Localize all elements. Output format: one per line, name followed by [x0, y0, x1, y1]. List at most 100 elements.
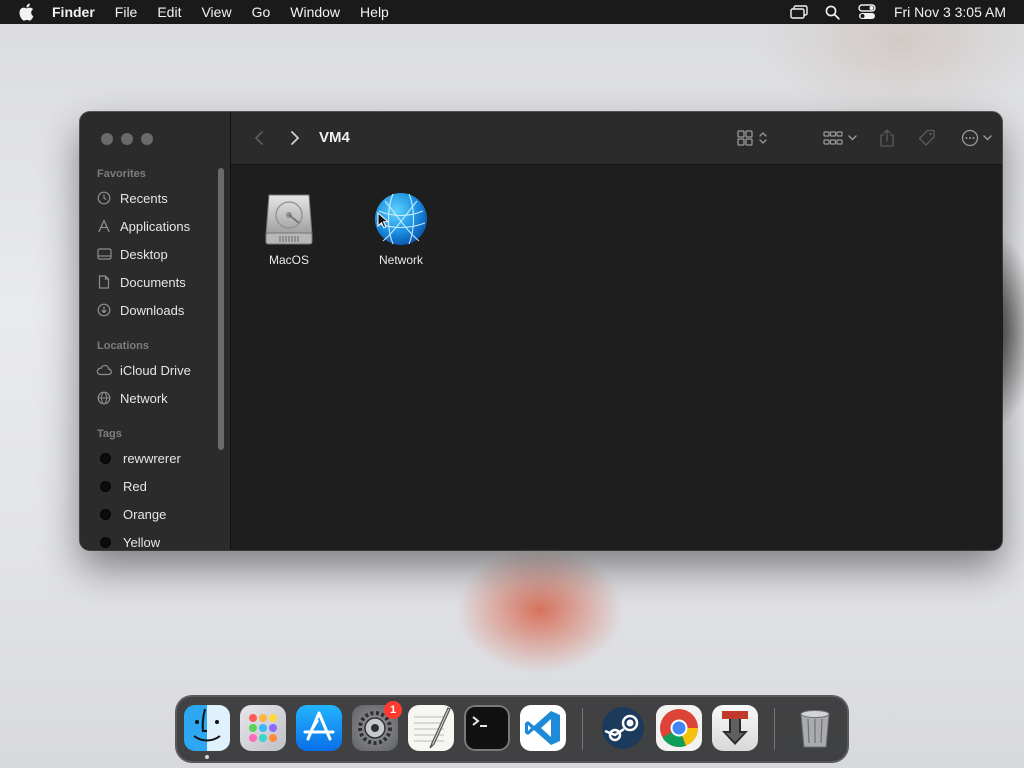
- sidebar-item-desktop[interactable]: Desktop: [96, 242, 214, 266]
- file-browser-content[interactable]: MacOS Network: [231, 165, 1002, 550]
- dock-terminal[interactable]: [464, 705, 510, 751]
- sidebar-item-documents[interactable]: Documents: [96, 270, 214, 294]
- file-item-network[interactable]: Network: [353, 189, 449, 267]
- apple-menu-icon[interactable]: [16, 2, 36, 22]
- sidebar-tag-rewwrerer[interactable]: rewwrerer: [96, 446, 214, 470]
- dock-finder[interactable]: [184, 705, 230, 751]
- sidebar-item-label: Yellow: [123, 534, 161, 550]
- screen-mirroring-icon[interactable]: [788, 3, 810, 21]
- sidebar-item-label: iCloud Drive: [120, 362, 191, 378]
- app-store-icon: [296, 705, 342, 756]
- applications-icon: [96, 218, 112, 234]
- sidebar-tag-yellow[interactable]: Yellow: [96, 530, 214, 550]
- dock-vscode[interactable]: [520, 705, 566, 751]
- dock-app-store[interactable]: [296, 705, 342, 751]
- sidebar-item-icloud-drive[interactable]: iCloud Drive: [96, 358, 214, 382]
- file-name-label: Network: [378, 253, 423, 267]
- tag-icon: [918, 129, 936, 147]
- dock-separator: [774, 708, 775, 750]
- menu-app-finder[interactable]: Finder: [46, 0, 105, 24]
- file-item-macos[interactable]: MacOS: [241, 189, 337, 267]
- sidebar-item-label: Downloads: [120, 302, 185, 318]
- zoom-window-button[interactable]: [141, 133, 153, 145]
- sidebar-item-label: Documents: [120, 274, 186, 290]
- close-window-button[interactable]: [101, 133, 113, 145]
- sidebar-item-recents[interactable]: Recents: [96, 186, 214, 210]
- window-title: VM4: [319, 129, 350, 146]
- group-grid-icon: [823, 130, 843, 146]
- action-menu-button[interactable]: [957, 127, 995, 149]
- control-center-icon[interactable]: [856, 3, 878, 21]
- clock-icon: [96, 190, 112, 206]
- notification-badge: 1: [384, 701, 402, 719]
- view-mode-button[interactable]: [733, 127, 771, 149]
- share-button[interactable]: [877, 127, 897, 149]
- sidebar-section-favorites: Favorites: [97, 168, 146, 180]
- forward-button[interactable]: [287, 127, 303, 149]
- document-icon: [96, 274, 112, 290]
- menu-file[interactable]: File: [105, 0, 148, 24]
- dock-system-settings[interactable]: 1: [352, 701, 402, 751]
- sidebar-item-downloads[interactable]: Downloads: [96, 298, 214, 322]
- dock-downloader[interactable]: [712, 705, 758, 751]
- globe-icon: [96, 390, 112, 406]
- window-controls: [101, 133, 153, 145]
- menu-edit[interactable]: Edit: [147, 0, 191, 24]
- dock-separator: [582, 708, 583, 750]
- dock-chrome[interactable]: [656, 705, 702, 751]
- hard-drive-icon: [259, 189, 319, 249]
- menu-go[interactable]: Go: [242, 0, 281, 24]
- trash-icon: [792, 705, 838, 756]
- mouse-cursor-icon: [377, 211, 390, 234]
- dock-trash[interactable]: [792, 705, 838, 751]
- tag-button[interactable]: [915, 127, 939, 149]
- sidebar-section-locations: Locations: [97, 340, 149, 352]
- chevron-down-icon: [982, 135, 992, 141]
- sidebar-tag-orange[interactable]: Orange: [96, 502, 214, 526]
- sidebar-item-applications[interactable]: Applications: [96, 214, 214, 238]
- tag-dot-icon: [100, 536, 111, 548]
- group-button[interactable]: [821, 127, 859, 149]
- sidebar-item-label: Applications: [120, 218, 191, 234]
- sidebar-item-label: Network: [120, 390, 168, 406]
- sidebar-item-label: Orange: [123, 506, 167, 522]
- spotlight-search-icon[interactable]: [822, 3, 844, 21]
- cloud-icon: [96, 362, 112, 378]
- share-icon: [879, 129, 895, 147]
- finder-sidebar: Favorites Recents Applications Desktop D…: [80, 112, 231, 550]
- finder-face-icon: [184, 705, 230, 756]
- menu-view[interactable]: View: [191, 0, 241, 24]
- chevron-up-down-icon: [759, 131, 767, 145]
- sidebar-tag-red[interactable]: Red: [96, 474, 214, 498]
- sidebar-item-label: Red: [123, 478, 147, 494]
- dock-steam[interactable]: [600, 705, 646, 751]
- menu-window[interactable]: Window: [280, 0, 350, 24]
- back-button[interactable]: [251, 127, 267, 149]
- menu-bar: Finder File Edit View Go Window Help Fri…: [0, 0, 1024, 24]
- download-icon: [96, 302, 112, 318]
- dock: 1: [176, 696, 848, 762]
- download-arrow-icon: [712, 705, 758, 756]
- chrome-icon: [656, 705, 702, 756]
- steam-icon: [600, 705, 646, 756]
- sidebar-scrollbar[interactable]: [218, 168, 224, 450]
- launchpad-grid-icon: [240, 705, 286, 756]
- dock-launchpad[interactable]: [240, 705, 286, 751]
- sidebar-item-label: Recents: [120, 190, 168, 206]
- sidebar-item-label: Desktop: [120, 246, 168, 262]
- sidebar-item-network[interactable]: Network: [96, 386, 214, 410]
- tag-dot-icon: [100, 480, 111, 492]
- finder-toolbar: VM4: [231, 112, 1002, 165]
- running-indicator: [205, 755, 209, 759]
- dock-textedit[interactable]: [408, 705, 454, 751]
- minimize-window-button[interactable]: [121, 133, 133, 145]
- menu-help[interactable]: Help: [350, 0, 399, 24]
- chevron-down-icon: [848, 135, 857, 141]
- terminal-prompt-icon: [464, 705, 510, 756]
- menu-bar-clock[interactable]: Fri Nov 3 3:05 AM: [894, 4, 1006, 20]
- textedit-pen-icon: [408, 705, 454, 756]
- tag-dot-icon: [100, 452, 111, 464]
- vscode-icon: [520, 705, 566, 756]
- tag-dot-icon: [100, 508, 111, 520]
- sidebar-item-label: rewwrerer: [123, 450, 181, 466]
